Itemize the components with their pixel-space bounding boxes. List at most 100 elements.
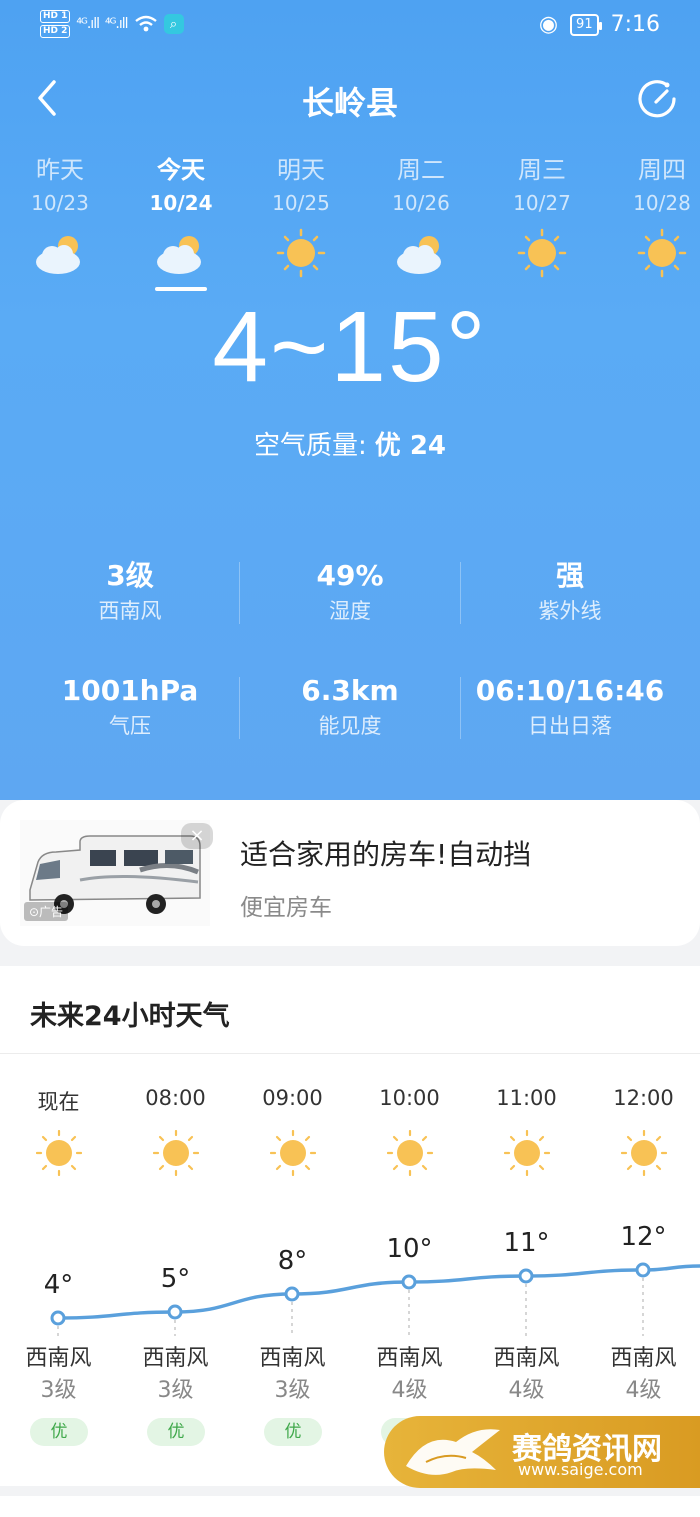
- ad-title: 适合家用的房车!自动挡: [240, 838, 532, 871]
- day-name: 今天: [157, 156, 205, 184]
- day-tab-today[interactable]: 今天 10/24: [121, 150, 241, 278]
- sunny-icon: [621, 1130, 667, 1176]
- day-date: 10/26: [392, 191, 450, 215]
- hour-air-quality-badge: 优: [264, 1418, 322, 1446]
- stat-sunrise-sunset: 06:10/16:46 日出日落: [460, 673, 680, 743]
- day-selector: 昨天 10/23 今天 10/24 明天 10/25 周二 10/26 周三 1…: [0, 150, 700, 300]
- temperature-point: [635, 1262, 651, 1278]
- hour-time: 09:00: [262, 1086, 323, 1110]
- hour-time: 11:00: [496, 1086, 557, 1110]
- hour-time: 08:00: [145, 1086, 206, 1110]
- city-title: 长岭县: [301, 84, 398, 122]
- air-quality: 空气质量: 优 24: [0, 425, 700, 462]
- ad-card[interactable]: 适合家用的房车!自动挡 便宜房车: [0, 800, 700, 946]
- stat-value: 3级: [106, 559, 154, 592]
- temperature-point: [284, 1286, 300, 1302]
- day-tab-thursday[interactable]: 周四 10/28: [602, 150, 700, 278]
- search-icon: ⌕: [163, 14, 184, 34]
- stat-visibility: 6.3km 能见度: [240, 673, 460, 743]
- day-tab-wednesday[interactable]: 周三 10/27: [482, 150, 602, 278]
- hour-wind-level: 3级: [157, 1378, 194, 1403]
- hd2-label: HD 2: [40, 25, 71, 38]
- stat-label: 日出日落: [528, 714, 612, 738]
- hour-wind-direction: 西南风: [376, 1346, 443, 1371]
- day-name: 周四: [638, 156, 686, 184]
- status-bar: HD 1 HD 2 ⁴ᴳ.ıll ⁴ᴳ.ıll ⌕ ◉ 91 7:16: [0, 0, 700, 56]
- hd-indicator: HD 1 HD 2: [40, 10, 71, 38]
- stat-value: 6.3km: [301, 674, 399, 707]
- day-name: 周三: [518, 156, 566, 184]
- hour-wind-level: 4级: [391, 1378, 428, 1403]
- stat-label: 湿度: [329, 599, 371, 623]
- ad-close-button[interactable]: ×: [181, 823, 213, 849]
- hour-air-quality-badge: 优: [30, 1418, 88, 1446]
- stat-wind: 3级 西南风: [20, 558, 240, 628]
- hd1-label: HD 1: [40, 10, 71, 23]
- day-tab-tomorrow[interactable]: 明天 10/25: [241, 150, 361, 278]
- partly-cloudy-icon: [36, 236, 80, 274]
- hour-wind-direction: 西南风: [259, 1346, 326, 1371]
- ad-tag: ⊙广告: [24, 902, 69, 921]
- ad-subtitle: 便宜房车: [240, 895, 332, 921]
- partly-cloudy-icon: [397, 236, 441, 274]
- sunny-icon: [637, 228, 687, 278]
- signal-icon-1: ⁴ᴳ.ıll: [76, 16, 100, 32]
- sunny-icon: [517, 228, 567, 278]
- hour-air-quality-badge: 优: [147, 1418, 205, 1446]
- stat-label: 紫外线: [538, 599, 602, 623]
- sunny-icon: [153, 1130, 199, 1176]
- stat-value: 强: [555, 559, 584, 592]
- stat-uv: 强 紫外线: [460, 558, 680, 628]
- hour-wind-direction: 西南风: [610, 1346, 677, 1371]
- watermark: 赛鸽资讯网 www.saige.com: [384, 1416, 700, 1488]
- sunny-icon: [270, 1130, 316, 1176]
- battery-icon: 91: [570, 13, 602, 36]
- temperature-point: [401, 1274, 417, 1290]
- day-date: 10/23: [31, 191, 89, 215]
- hour-wind-direction: 西南风: [493, 1346, 560, 1371]
- day-tab-tuesday[interactable]: 周二 10/26: [361, 150, 481, 278]
- stat-label: 西南风: [98, 599, 162, 623]
- stat-value: 49%: [316, 559, 384, 592]
- clock: 7:16: [610, 12, 660, 37]
- stat-label: 能见度: [318, 714, 382, 738]
- day-date: 10/24: [149, 191, 213, 215]
- hour-time: 10:00: [379, 1086, 440, 1110]
- stat-label: 气压: [109, 714, 151, 738]
- hour-temp-label: 8°: [277, 1246, 308, 1276]
- eye-icon: ◉: [538, 12, 559, 37]
- aqi-value: 优 24: [374, 431, 446, 461]
- day-date: 10/25: [272, 191, 330, 215]
- stat-pressure: 1001hPa 气压: [20, 673, 240, 743]
- hour-time: 现在: [37, 1090, 80, 1114]
- signal-icon-2: ⁴ᴳ.ıll: [104, 16, 129, 32]
- hour-time: 12:00: [613, 1086, 674, 1110]
- day-name: 明天: [277, 156, 325, 184]
- next-card-edge: [0, 1496, 700, 1517]
- hour-wind-direction: 西南风: [142, 1346, 209, 1371]
- hour-wind-level: 4级: [508, 1378, 545, 1403]
- temperature-point: [167, 1304, 183, 1320]
- temperature-range: 4~15°: [212, 291, 488, 403]
- sunny-icon: [276, 228, 326, 278]
- refresh-icon[interactable]: [634, 76, 680, 122]
- watermark-url: www.saige.com: [518, 1460, 643, 1479]
- wifi-icon: [134, 15, 157, 32]
- temperature-point: [518, 1268, 534, 1284]
- sunny-icon: [387, 1130, 433, 1176]
- stat-value: 06:10/16:46: [475, 674, 665, 707]
- sunny-icon: [504, 1130, 550, 1176]
- hour-temp-label: 5°: [160, 1264, 191, 1294]
- hour-temp-label: 4°: [43, 1270, 74, 1300]
- temperature-point: [50, 1310, 66, 1326]
- stat-humidity: 49% 湿度: [240, 558, 460, 628]
- day-name: 昨天: [36, 156, 84, 184]
- hour-temp-label: 11°: [503, 1228, 550, 1258]
- partly-cloudy-icon: [157, 236, 201, 274]
- day-name: 周二: [397, 156, 445, 184]
- hour-wind-level: 4级: [625, 1378, 662, 1403]
- day-date: 10/27: [513, 191, 571, 215]
- hour-temp-label: 10°: [386, 1234, 433, 1264]
- day-date: 10/28: [633, 191, 691, 215]
- day-tab-yesterday[interactable]: 昨天 10/23: [0, 150, 120, 278]
